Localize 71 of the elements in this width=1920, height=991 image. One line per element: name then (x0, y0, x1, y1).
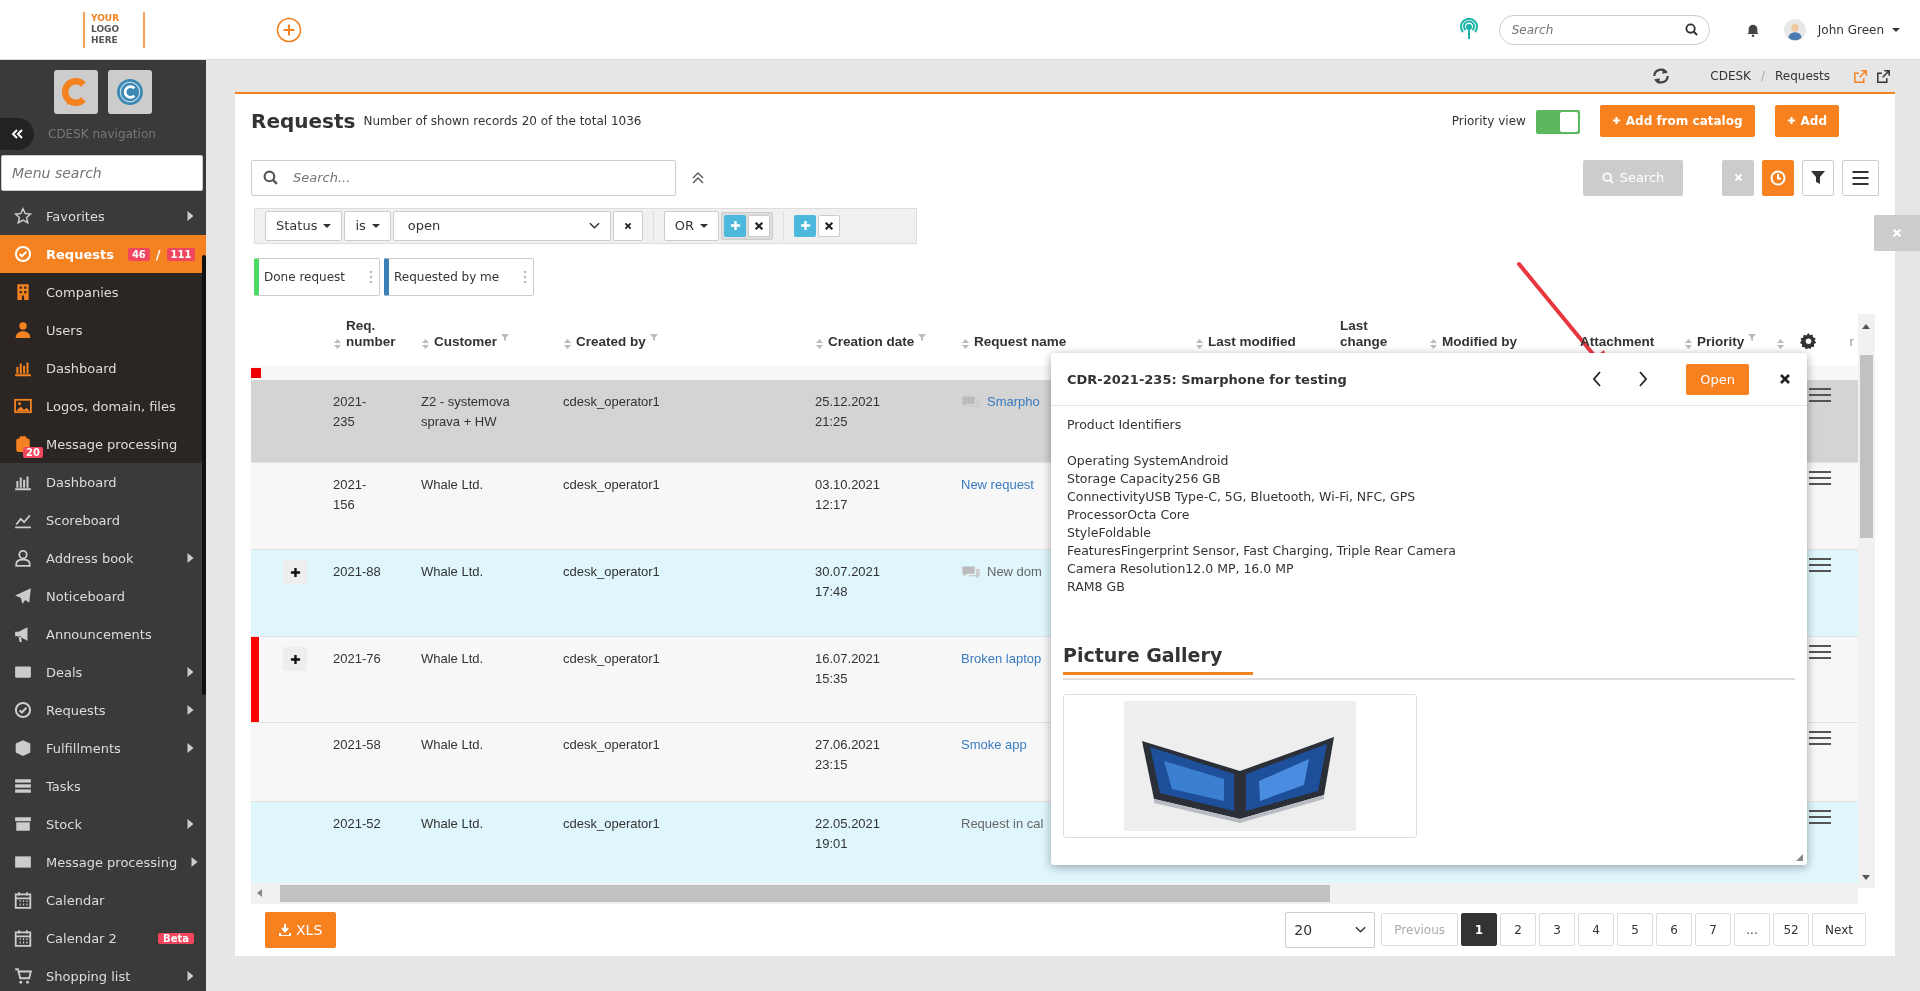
count-badge: 111 (166, 247, 196, 261)
table-cell-text: 2021-156 (333, 476, 368, 515)
table-cell-text: 27.06.2021 23:15 (815, 736, 882, 775)
table-cell-text: Request in cal (961, 815, 1044, 834)
spec-line: Storage Capacity256 GB (1067, 470, 1222, 488)
breadcrumb-separator: / (1760, 69, 1765, 83)
table-cell-text: Whale Ltd. (421, 563, 485, 582)
menu-label: Requests (46, 702, 107, 718)
menu-label: Logos, domain, files (46, 398, 177, 414)
menu-label: Users (46, 322, 84, 338)
table-cell: cdesk_operator1 (563, 394, 660, 410)
logo-text: YOUR LOGO (91, 13, 121, 35)
table-cell-text: Whale Ltd. (421, 815, 485, 834)
table-cell-text: New dom (987, 563, 1042, 582)
menu-label: Noticeboard (46, 588, 127, 604)
spec-line: ProcessorOcta Core (1067, 506, 1191, 524)
table-cell-text: 16.07.2021 15:35 (815, 650, 882, 689)
spec-line: StyleFoldable (1067, 524, 1152, 542)
table-cell-text: 30.07.2021 17:48 (815, 563, 882, 602)
table-cell: cdesk_operator1 (563, 477, 660, 493)
table-cell-text: 2021-58 (333, 736, 381, 755)
spec-line: ConnectivityUSB Type-C, 5G, Bluetooth, Wi-Fi, NFC, GPS (1067, 488, 1417, 506)
menu-label: Companies (46, 284, 120, 300)
table-cell-text: Whale Ltd. (421, 476, 485, 495)
nav-title: CDESK navigation (48, 127, 156, 141)
table-cell: cdesk_operator1 (563, 564, 660, 580)
spec-line: Camera Resolution12.0 MP, 16.0 MP (1067, 560, 1295, 578)
toggle-label: Priority view (1451, 113, 1526, 128)
table-cell-text: 22.05.2021 19:01 (815, 815, 882, 854)
spec-line: RAM8 GB (1067, 578, 1126, 596)
count-badge: 46 (127, 247, 150, 261)
section-label: Product Identifiers (1067, 416, 1183, 434)
table-cell: cdesk_operator1 (563, 816, 660, 832)
popup-title: CDR-2021-235: Smarphone for testing (1067, 371, 1348, 387)
table-cell-text: 03.10.2021 12:17 (815, 476, 882, 515)
menu-label: Message processing (46, 854, 178, 870)
separator: / (155, 246, 161, 262)
menu-label: Stock (46, 816, 83, 832)
gallery-heading: Picture Gallery (1063, 644, 1253, 675)
menu-label: Requests (46, 246, 114, 262)
table-cell-text: Z2 - systemova sprava + HW (421, 393, 511, 432)
spec-line: FeaturesFingerprint Sensor, Fast Charging, Triple Rear Camera (1067, 542, 1457, 560)
page-title: Requests (251, 108, 356, 133)
table-cell-text: 2021-235 (333, 393, 368, 432)
menu-label: Scoreboard (46, 512, 121, 528)
logo-text: HERE (91, 35, 119, 46)
table-cell-text: 2021-52 (333, 815, 381, 834)
table-cell-text: 2021-88 (333, 563, 381, 582)
menu-label: Shopping list (46, 968, 132, 984)
menu-label: Dashboard (46, 474, 118, 490)
menu-label: Tasks (46, 778, 82, 794)
table-cell-text: Whale Ltd. (421, 650, 485, 669)
menu-label: Message processing (46, 436, 179, 452)
menu-label: Dashboard (46, 360, 118, 376)
beta-badge: Beta (158, 932, 194, 944)
menu-label: Announcements (46, 626, 153, 642)
menu-label: Deals (46, 664, 84, 680)
table-cell: cdesk_operator1 (563, 737, 660, 753)
record-count: Number of shown records 20 of the total 1036 (363, 113, 642, 128)
table-cell-text: 25.12.2021 21:25 (815, 393, 882, 432)
table-cell-text: Whale Ltd. (421, 736, 485, 755)
spec-line: Operating SystemAndroid (1067, 452, 1230, 470)
menu-label: Calendar 2 (46, 930, 118, 946)
table-cell-text: 2021-76 (333, 650, 381, 669)
menu-label: Favorites (46, 208, 106, 224)
menu-label: Fulfillments (46, 740, 122, 756)
column-header: r (1849, 334, 1854, 351)
table-cell: cdesk_operator1 (563, 651, 660, 667)
count-badge: 20 (23, 447, 43, 458)
menu-label: Calendar (46, 892, 106, 908)
menu-label: Address book (46, 550, 135, 566)
